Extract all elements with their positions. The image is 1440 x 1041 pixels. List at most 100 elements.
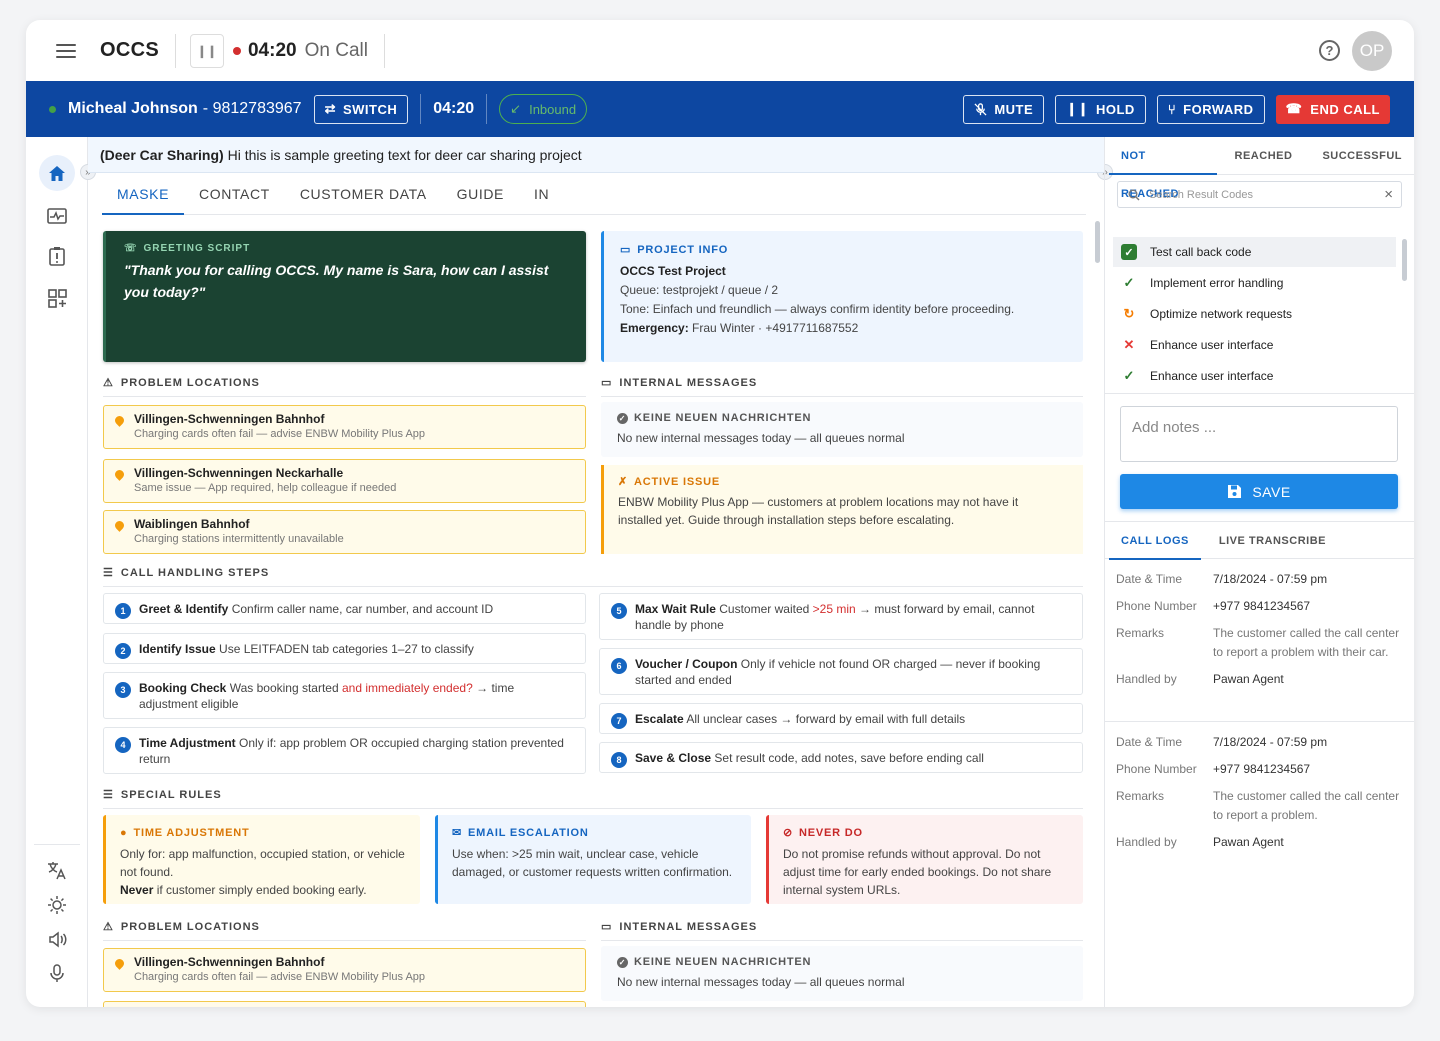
mute-button[interactable]: MUTE: [963, 94, 1045, 124]
avatar[interactable]: OP: [1352, 31, 1392, 71]
emergency-label: Emergency:: [620, 321, 689, 335]
result-code-item[interactable]: ✓ Implement error handling: [1113, 268, 1396, 298]
log-key: Handled by: [1116, 672, 1177, 686]
no-messages-title-text: KEINE NEUEN NACHRICHTEN: [634, 956, 812, 968]
result-code-item[interactable]: ↻ Optimize network requests: [1113, 299, 1396, 329]
hold-button[interactable]: ❙❙ HOLD: [1055, 94, 1146, 124]
location-title: Waiblingen Bahnhof: [134, 517, 250, 531]
location-sub: Same issue — App required, help colleagu…: [134, 482, 397, 494]
call-bar: Micheal Johnson - 9812783967 ⇄ SWITCH 04…: [26, 81, 1414, 137]
log-key: Date & Time: [1116, 735, 1183, 749]
log-tabs: CALL LOGS LIVE TRANSCRIBE: [1105, 521, 1414, 560]
call-steps-heading: ☰ CALL HANDLING STEPS: [103, 566, 1083, 587]
divider: [486, 94, 488, 124]
end-call-button[interactable]: ☎ END CALL: [1275, 94, 1390, 124]
location-pin-icon: [113, 414, 126, 427]
end-call-label: END CALL: [1310, 101, 1380, 117]
log-key: Remarks: [1116, 626, 1165, 640]
section-label: CALL HANDLING STEPS: [120, 566, 270, 579]
rule-time-adjustment: ● TIME ADJUSTMENT Only for: app malfuncti…: [103, 815, 420, 904]
result-code-label: Enhance user interface: [1150, 338, 1274, 352]
message-icon: ▭: [601, 377, 613, 389]
right-panel: NOT REACHED REACHED SUCCESSFUL Search Re…: [1104, 137, 1414, 1007]
step-title: Identify Issue: [139, 642, 216, 656]
log-key: Remarks: [1116, 789, 1165, 803]
rule-email-escalation: ✉ EMAIL ESCALATION Use when: >25 min wait…: [435, 815, 751, 904]
result-code-item[interactable]: ✓ Test call back code: [1113, 237, 1396, 267]
inbound-badge: ↙ Inbound: [499, 94, 588, 124]
save-label: SAVE: [1252, 483, 1291, 500]
no-messages-title-text: KEINE NEUEN NACHRICHTEN: [634, 412, 812, 424]
section-label: INTERNAL MESSAGES: [619, 920, 758, 933]
rule-text: Use when: >25 min wait, unclear case, ve…: [452, 847, 733, 879]
rule-label-text: NEVER DO: [799, 827, 863, 839]
active-issue-label: ✗ ACTIVE ISSUE: [618, 475, 1069, 489]
result-code-item[interactable]: ✕ Enhance user interface: [1113, 330, 1396, 360]
cross-icon: ✕: [1123, 337, 1135, 352]
tab-contact[interactable]: CONTACT: [184, 173, 285, 215]
switch-button[interactable]: ⇄ SWITCH: [313, 94, 409, 124]
greeting-text: Hi this is sample greeting text for deer…: [227, 146, 582, 163]
tab-more[interactable]: IN: [519, 173, 564, 215]
scrollbar[interactable]: [1095, 221, 1100, 263]
step-highlight: >25 min: [812, 602, 856, 616]
no-messages-title: ✓ KEINE NEUEN NACHRICHTEN: [617, 412, 1067, 424]
clipboard-alert-icon[interactable]: [44, 243, 70, 269]
project-tone: Tone: Einfach und freundlich — always co…: [620, 302, 1015, 316]
menu-icon[interactable]: [56, 43, 76, 58]
microphone-icon[interactable]: [44, 960, 70, 986]
speaker-icon[interactable]: [44, 926, 70, 952]
list-item: Villingen-Schwenningen Bahnhof Charging c…: [103, 948, 586, 992]
left-nav: [26, 137, 88, 1007]
home-icon[interactable]: [39, 155, 75, 191]
email-icon: ✉: [452, 827, 463, 839]
tab-call-logs[interactable]: CALL LOGS: [1109, 522, 1201, 560]
step-item: 3 Booking Check Was booking started and i…: [103, 672, 586, 719]
brightness-icon[interactable]: [44, 892, 70, 918]
rule-text: Do not promise refunds without approval.…: [783, 847, 1052, 897]
tab-reached[interactable]: REACHED: [1223, 137, 1305, 175]
check-icon: ✓: [1123, 275, 1135, 290]
notes-input[interactable]: Add notes ...: [1120, 406, 1398, 462]
log-key: Phone Number: [1116, 599, 1197, 613]
tab-successful[interactable]: SUCCESSFUL: [1310, 137, 1414, 175]
tab-customer-data[interactable]: CUSTOMER DATA: [285, 173, 442, 215]
tab-live-transcribe[interactable]: LIVE TRANSCRIBE: [1207, 522, 1338, 560]
step-title: Booking Check: [139, 681, 227, 695]
grid-add-icon[interactable]: [44, 285, 70, 311]
step-text: Set result code, add notes, save before …: [714, 751, 984, 765]
online-dot-icon: [49, 105, 56, 113]
rule-label: ⊘ NEVER DO: [783, 824, 1069, 842]
list-item: [103, 1001, 586, 1007]
result-code-search[interactable]: Search Result Codes ×: [1117, 181, 1402, 208]
rule-text: Only for: app malfunction, occupied stat…: [120, 847, 405, 879]
internal-messages-heading: ▭ INTERNAL MESSAGES: [601, 920, 1083, 941]
save-disk-icon: [1228, 485, 1242, 498]
close-icon[interactable]: ×: [1384, 186, 1393, 203]
rule-label-text: TIME ADJUSTMENT: [133, 827, 250, 839]
step-number: 5: [611, 603, 627, 619]
translate-icon[interactable]: [44, 857, 70, 883]
problem-locations-heading: ⚠ PROBLEM LOCATIONS: [103, 920, 586, 941]
tab-maske[interactable]: MASKE: [102, 173, 185, 215]
help-icon[interactable]: ?: [1319, 40, 1340, 61]
switch-label: SWITCH: [342, 101, 398, 117]
save-button[interactable]: SAVE: [1120, 474, 1398, 509]
pause-button[interactable]: ❙❙: [189, 33, 224, 68]
location-pin-icon: [113, 957, 126, 970]
result-code-item[interactable]: ✓ Enhance user interface: [1113, 361, 1396, 391]
inbound-arrow-icon: ↙: [510, 101, 522, 116]
app-window: OCCS ❙❙ 04:20 On Call ? OP Micheal Johns…: [26, 20, 1414, 1007]
step-text: Was booking started: [229, 681, 339, 695]
pulse-chart-icon[interactable]: [44, 203, 70, 229]
caller-phone: - 9812783967: [202, 100, 302, 117]
internal-messages-box: ✓ KEINE NEUEN NACHRICHTEN No new internal…: [601, 402, 1083, 457]
mute-label: MUTE: [994, 101, 1034, 117]
scrollbar[interactable]: [1402, 239, 1407, 281]
result-code-label: Test call back code: [1150, 245, 1252, 259]
main-content: (Deer Car Sharing) Hi this is sample gre…: [88, 137, 1104, 1007]
top-bar: OCCS ❙❙ 04:20 On Call ? OP: [26, 20, 1414, 81]
tab-guide[interactable]: GUIDE: [442, 173, 519, 215]
forward-button[interactable]: ⑂ FORWARD: [1156, 94, 1265, 124]
tab-not-reached[interactable]: NOT REACHED: [1109, 137, 1217, 200]
